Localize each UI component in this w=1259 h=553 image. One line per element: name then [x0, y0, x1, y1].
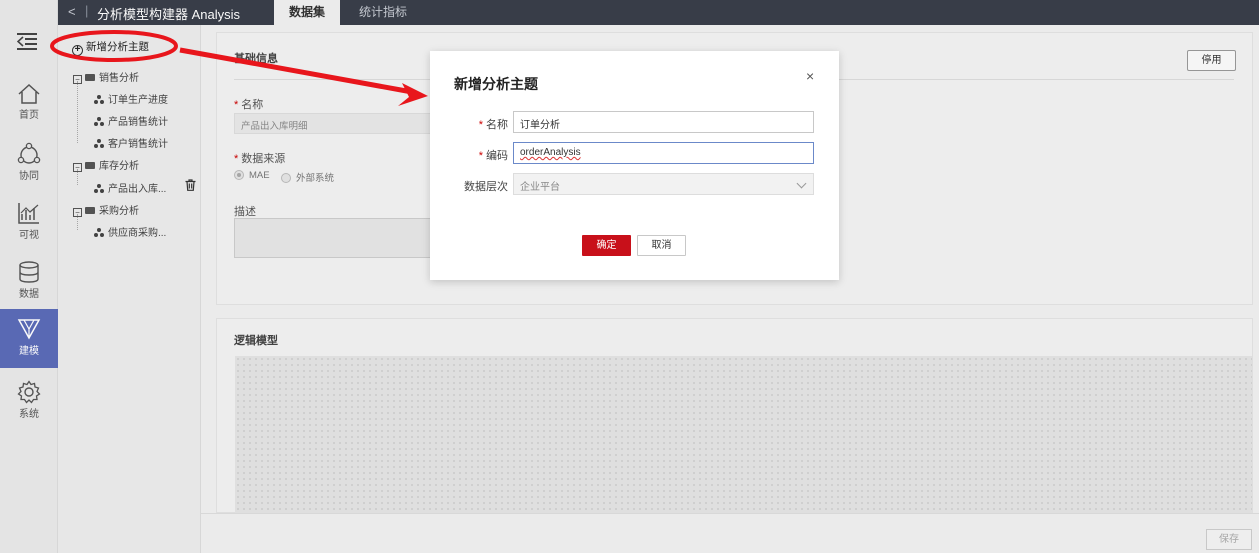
close-icon[interactable]: ×	[806, 68, 814, 84]
dialog-title: 新增分析主题	[454, 76, 538, 92]
add-theme-dialog: 新增分析主题 × * 名称 订单分析 * 编码 orderAnalysis 数据层次…	[430, 51, 839, 280]
confirm-button[interactable]: 确定	[582, 235, 631, 256]
dialog-code-label: * 编码	[478, 150, 508, 162]
chevron-down-icon	[796, 178, 807, 189]
dialog-name-label: * 名称	[478, 119, 508, 131]
dialog-name-input[interactable]: 订单分析	[513, 111, 814, 133]
dialog-level-select[interactable]: 企业平台	[513, 173, 814, 195]
cancel-button[interactable]: 取消	[637, 235, 686, 256]
dialog-code-input[interactable]: orderAnalysis	[513, 142, 814, 164]
dialog-level-label: 数据层次	[464, 181, 508, 193]
